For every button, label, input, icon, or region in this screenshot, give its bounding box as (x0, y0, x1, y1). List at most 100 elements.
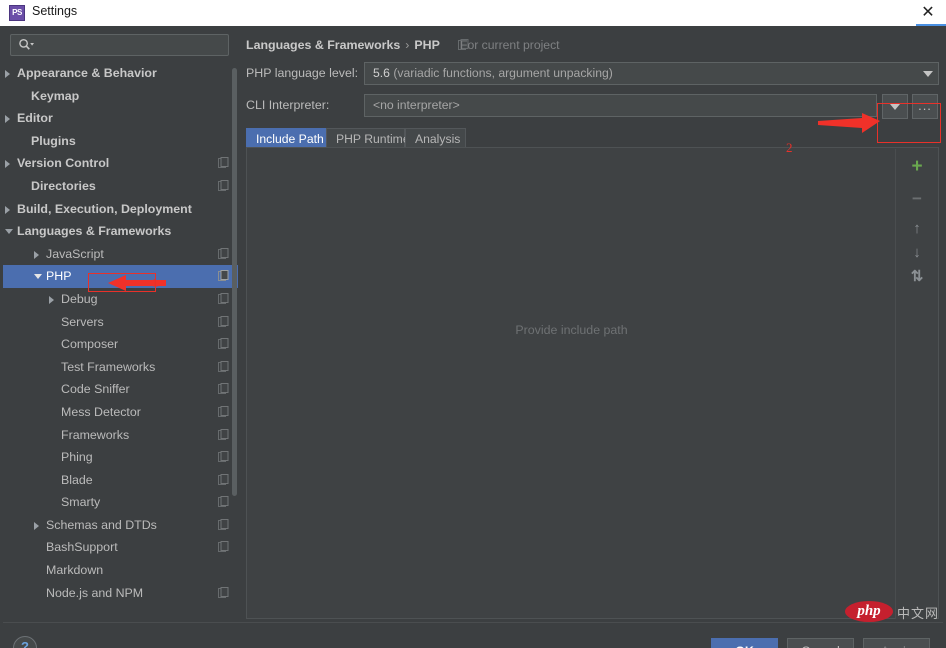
sidebar-item-label: Schemas and DTDs (46, 517, 157, 532)
sidebar-item-label: Mess Detector (61, 404, 141, 419)
sidebar-item-node-js-and-npm[interactable]: Node.js and NPM (3, 582, 238, 605)
help-button[interactable]: ? (13, 636, 37, 648)
sidebar-item-version-control[interactable]: Version Control (3, 152, 238, 175)
tab-php-runtime[interactable]: PHP Runtime (326, 128, 410, 148)
php-language-level-version: 5.6 (373, 66, 390, 80)
sidebar-item-languages-frameworks[interactable]: Languages & Frameworks (3, 220, 238, 243)
settings-window: PS Settings ✕ Appearance & Behavior Keyma… (0, 0, 946, 648)
project-scope-icon (218, 405, 229, 417)
breadcrumb-parent[interactable]: Languages & Frameworks (246, 38, 400, 52)
sidebar-item-label: Composer (61, 337, 119, 352)
sidebar-item-label: Debug (61, 291, 98, 306)
sidebar-item-code-sniffer[interactable]: Code Sniffer (3, 378, 238, 401)
php-language-level-label: PHP language level: (246, 66, 359, 80)
sidebar-item-label: Languages & Frameworks (17, 224, 172, 239)
sidebar-item-smarty[interactable]: Smarty (3, 491, 238, 514)
sidebar-item-javascript[interactable]: JavaScript (3, 243, 238, 266)
php-settings-tabs: Include Path PHP Runtime Analysis (246, 128, 939, 148)
window-body: Appearance & Behavior Keymap Editor Plugins… (0, 26, 946, 648)
settings-tree[interactable]: Appearance & Behavior Keymap Editor Plugins… (3, 62, 238, 622)
cli-interpreter-dropdown-button[interactable] (882, 94, 908, 119)
sidebar-item-plugins[interactable]: Plugins (3, 130, 238, 153)
sidebar-item-appearance-behavior[interactable]: Appearance & Behavior (3, 62, 238, 85)
project-scope-icon (218, 360, 229, 372)
window-title: Settings (32, 4, 78, 18)
sidebar-item-blade[interactable]: Blade (3, 469, 238, 492)
chevron-right-icon[interactable] (34, 521, 39, 530)
sidebar-item-editor[interactable]: Editor (3, 107, 238, 130)
settings-main-panel: Languages & Frameworks › PHP For current p… (242, 26, 943, 622)
close-icon[interactable]: ✕ (918, 3, 938, 23)
sidebar-item-markdown[interactable]: Markdown (3, 559, 238, 582)
search-field-wrapper (10, 34, 229, 56)
project-scope-icon (218, 541, 229, 553)
project-scope-icon (218, 473, 229, 485)
chevron-right-icon[interactable] (34, 250, 39, 259)
sidebar-item-composer[interactable]: Composer (3, 333, 238, 356)
project-scope-icon (218, 157, 229, 169)
chevron-right-icon[interactable] (5, 205, 10, 214)
sidebar-item-build-execution-deployment[interactable]: Build, Execution, Deployment (3, 198, 238, 221)
chevron-down-icon[interactable] (34, 274, 42, 280)
sidebar-item-schemas-and-dtds[interactable]: Schemas and DTDs (3, 514, 238, 537)
project-scope-icon (218, 179, 229, 191)
move-down-icon: ↓ (913, 243, 921, 261)
sidebar-item-mess-detector[interactable]: Mess Detector (3, 401, 238, 424)
sidebar-item-frameworks[interactable]: Frameworks (3, 424, 238, 447)
chevron-right-icon[interactable] (5, 115, 10, 124)
sidebar-item-servers[interactable]: Servers (3, 311, 238, 334)
sidebar-item-label: Directories (31, 178, 96, 193)
empty-state-text: Provide include path (515, 323, 628, 337)
sidebar-item-label: Build, Execution, Deployment (17, 201, 192, 216)
php-language-level-description: (variadic functions, argument unpacking) (393, 66, 613, 80)
breadcrumb: Languages & Frameworks › PHP (246, 38, 440, 52)
watermark: php 中文网 (845, 600, 945, 624)
sidebar-scrollbar-thumb[interactable] (232, 68, 237, 496)
sidebar-item-bashsupport[interactable]: BashSupport (3, 536, 238, 559)
sidebar-item-label: Editor (17, 111, 53, 126)
project-scope-icon (218, 428, 229, 440)
sidebar-item-keymap[interactable]: Keymap (3, 85, 238, 108)
remove-icon: − (912, 188, 922, 208)
sidebar-item-label: BashSupport (46, 540, 118, 555)
sidebar-item-label: JavaScript (46, 246, 104, 261)
cli-interpreter-field[interactable]: <no interpreter> (364, 94, 877, 117)
scope-note: For current project (460, 38, 560, 52)
chevron-right-icon[interactable] (5, 70, 10, 78)
sidebar-item-directories[interactable]: Directories (3, 175, 238, 198)
project-scope-icon (218, 383, 229, 395)
chevron-down-icon[interactable] (917, 63, 938, 84)
sidebar-item-label: Plugins (31, 133, 76, 148)
php-language-level-value: 5.6 (variadic functions, argument unpack… (373, 66, 613, 80)
project-scope-icon (218, 338, 229, 350)
chevron-right-icon[interactable] (49, 295, 54, 304)
ok-button[interactable]: OK (711, 638, 778, 648)
add-icon[interactable]: + (906, 155, 928, 177)
search-input[interactable] (10, 34, 229, 56)
sidebar-item-label: Frameworks (61, 427, 130, 442)
sidebar-item-label: Servers (61, 314, 104, 329)
breadcrumb-separator: › (405, 38, 410, 52)
dialog-footer: ? OK Cancel Apply (3, 622, 943, 648)
include-path-panel: Provide include path + − ↑ ↓ ⇅ (246, 147, 939, 619)
sidebar-item-test-frameworks[interactable]: Test Frameworks (3, 356, 238, 379)
sidebar-item-debug[interactable]: Debug (3, 288, 238, 311)
project-scope-icon (218, 451, 229, 463)
sidebar-item-label: Node.js and NPM (46, 585, 144, 600)
chevron-right-icon[interactable] (5, 160, 10, 169)
watermark-text: 中文网 (897, 606, 940, 621)
tab-analysis[interactable]: Analysis (405, 128, 466, 148)
cli-interpreter-label: CLI Interpreter: (246, 98, 330, 112)
tab-include-path[interactable]: Include Path (246, 128, 326, 148)
sidebar-item-label: Appearance & Behavior (17, 66, 157, 80)
php-language-level-select[interactable]: 5.6 (variadic functions, argument unpack… (364, 62, 939, 85)
cli-interpreter-browse-button[interactable]: ... (912, 94, 938, 119)
sidebar-item-phing[interactable]: Phing (3, 446, 238, 469)
chevron-down-icon (890, 103, 900, 110)
sidebar-item-php[interactable]: PHP (3, 265, 238, 288)
cancel-button[interactable]: Cancel (787, 638, 854, 648)
chevron-down-icon[interactable] (5, 229, 13, 235)
sidebar-item-label: Keymap (31, 88, 80, 103)
project-scope-icon (218, 496, 229, 508)
sidebar-item-label: Blade (61, 472, 93, 487)
